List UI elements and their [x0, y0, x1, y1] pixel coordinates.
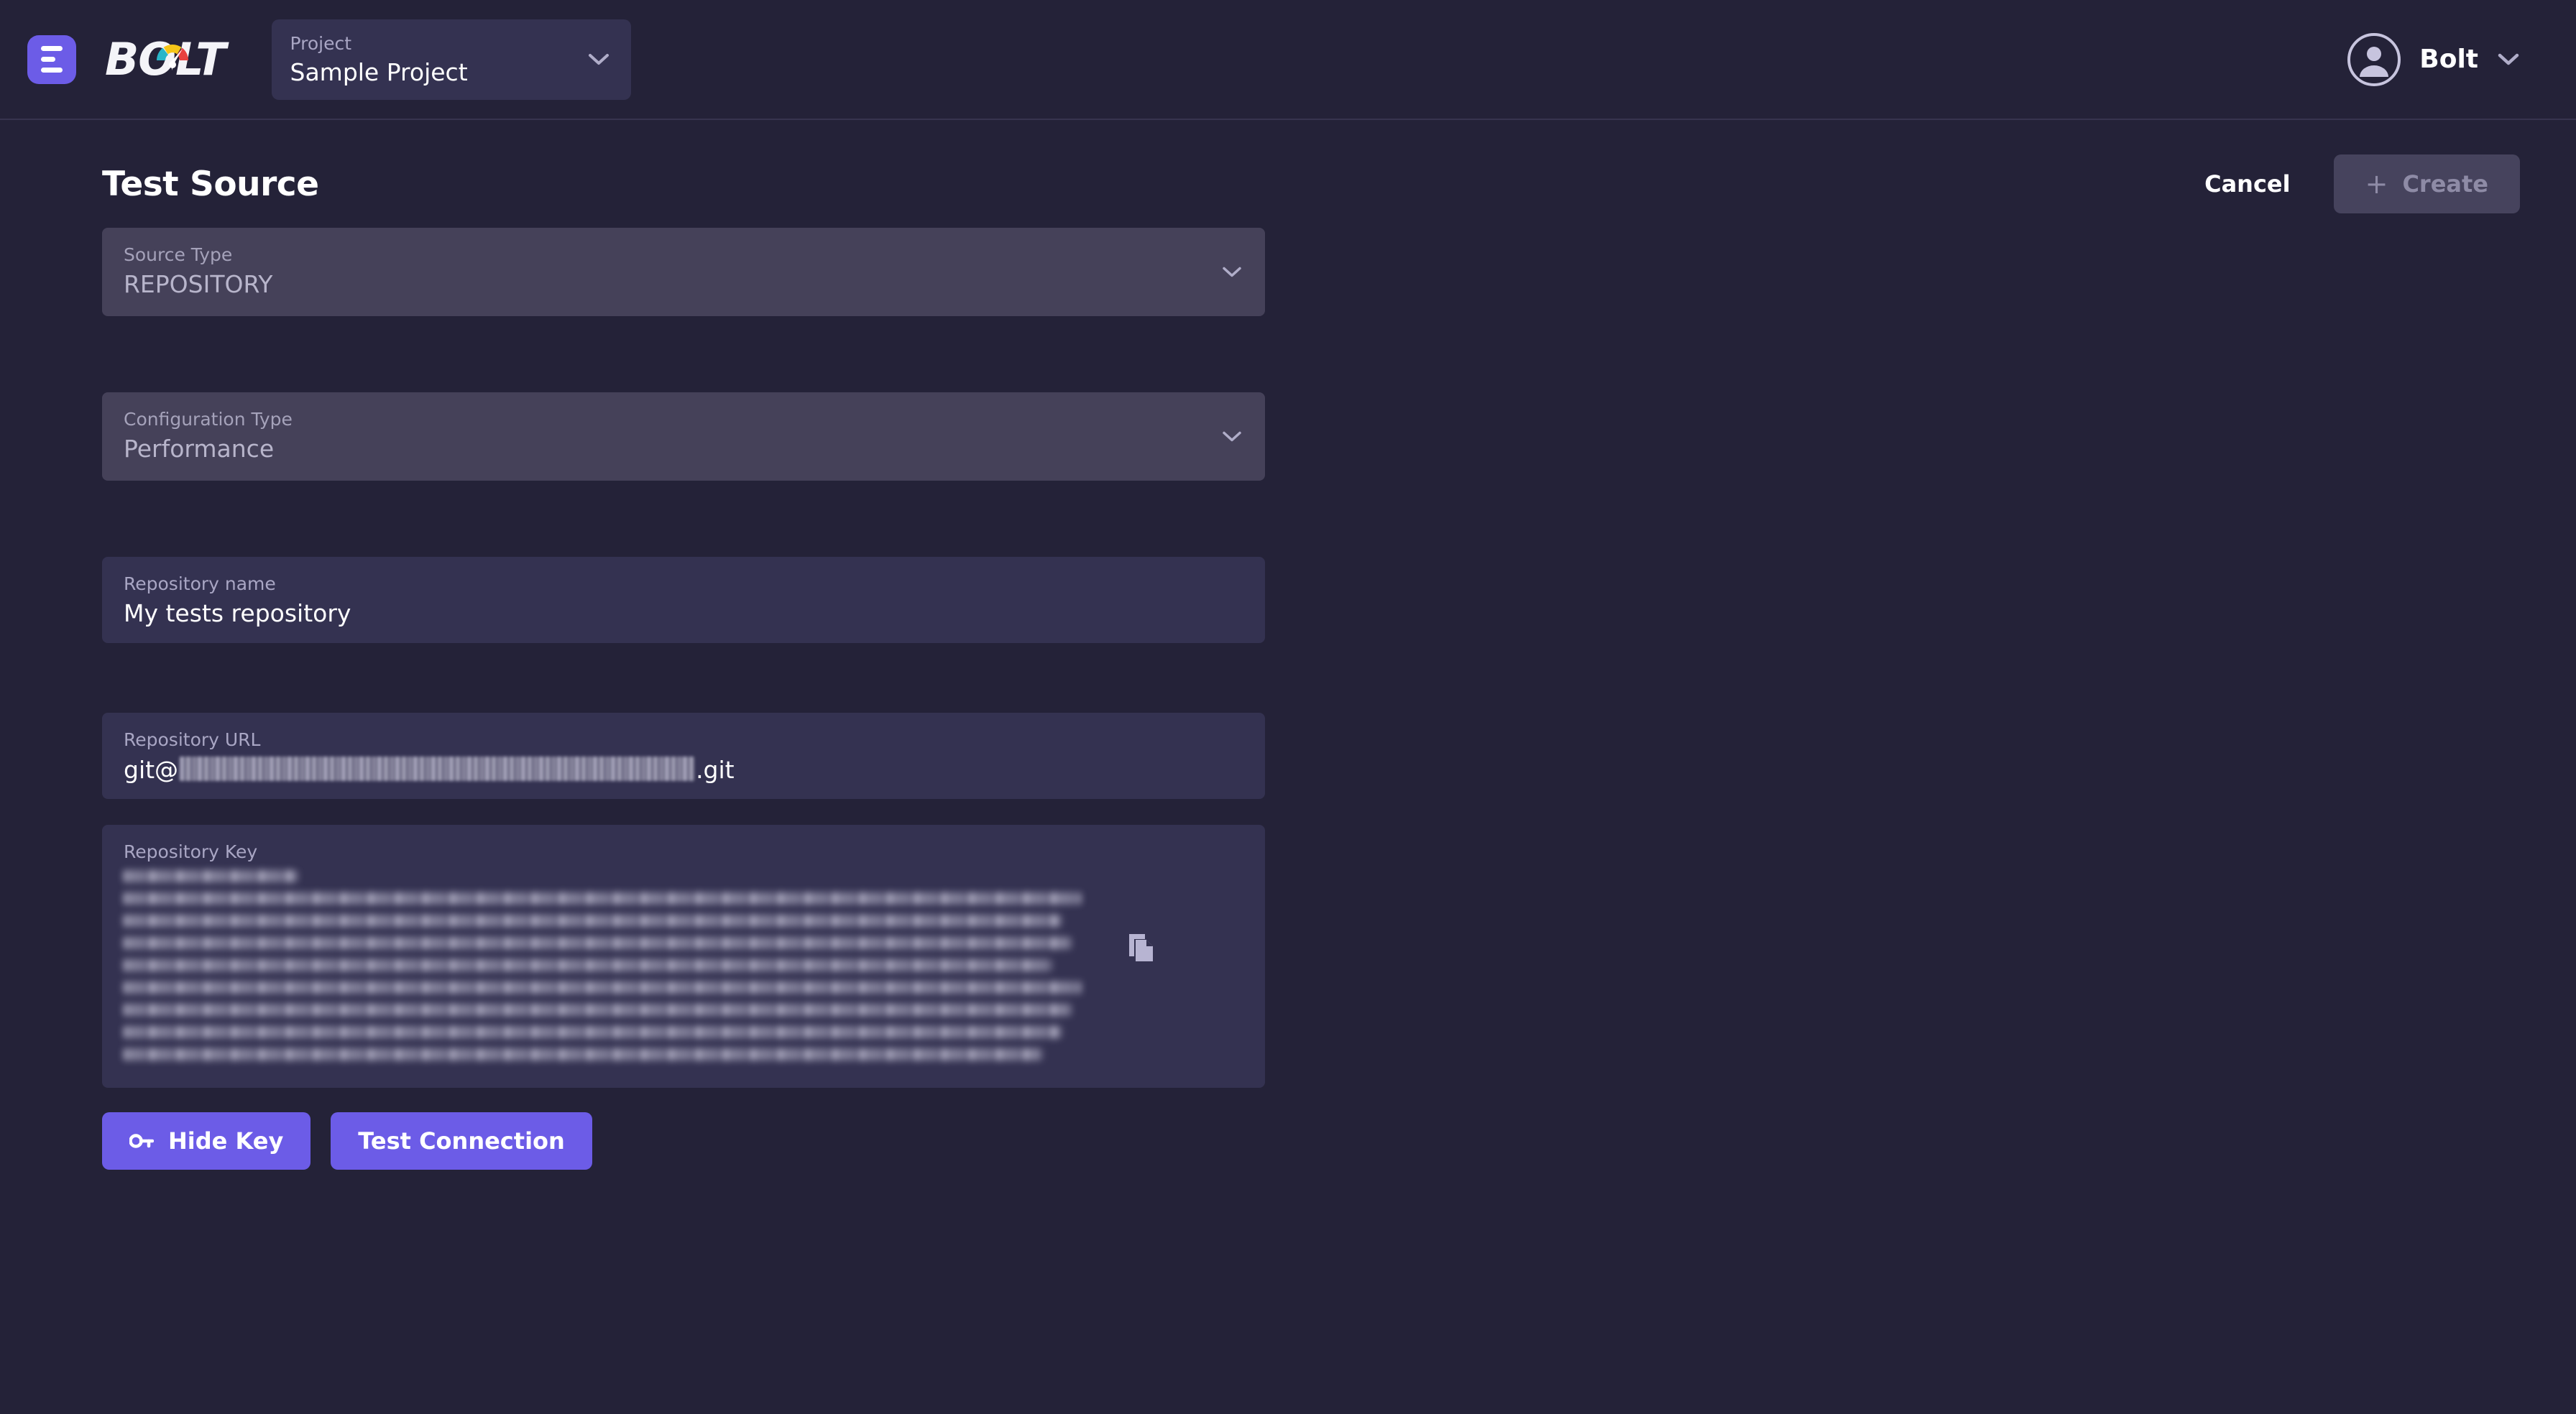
- redacted-key-line: [124, 959, 1052, 972]
- test-connection-label: Test Connection: [358, 1127, 565, 1155]
- chevron-down-icon: [588, 53, 609, 65]
- logo-wordmark: BOLT: [105, 32, 226, 86]
- field-spacer: [102, 316, 1265, 392]
- menu-bar-bottom: [41, 68, 63, 73]
- repository-name-label: Repository name: [124, 573, 276, 594]
- user-avatar-icon: [2347, 32, 2401, 86]
- redacted-key-region: [124, 870, 1090, 1064]
- field-spacer: [102, 799, 1265, 825]
- source-type-value: REPOSITORY: [124, 270, 273, 299]
- source-form: Source Type REPOSITORY Configuration Typ…: [0, 228, 1265, 1170]
- create-button[interactable]: + Create: [2333, 154, 2520, 213]
- hide-key-label: Hide Key: [168, 1127, 284, 1155]
- app-logo: BOLT: [105, 34, 226, 85]
- plus-icon: +: [2365, 167, 2388, 200]
- key-icon: [129, 1134, 154, 1148]
- page-actions: Cancel + Create: [2180, 154, 2520, 213]
- field-spacer: [102, 481, 1265, 557]
- repository-key-input[interactable]: Repository Key: [102, 825, 1265, 1088]
- redacted-key-line: [124, 915, 1062, 928]
- test-connection-button[interactable]: Test Connection: [331, 1112, 592, 1170]
- repository-url-value: git@ .git: [124, 754, 1243, 787]
- source-type-label: Source Type: [124, 244, 233, 265]
- redacted-url-region: [180, 757, 695, 782]
- redacted-key-line: [124, 870, 298, 883]
- repository-name-input[interactable]: Repository name My tests repository: [102, 557, 1265, 643]
- redacted-key-line: [124, 1026, 1062, 1039]
- chevron-down-icon: [1223, 431, 1241, 441]
- source-type-select[interactable]: Source Type REPOSITORY: [102, 228, 1265, 316]
- hamburger-menu-icon[interactable]: [27, 34, 76, 84]
- page-header-row: Test Source Cancel + Create: [0, 140, 2576, 228]
- repository-key-label: Repository Key: [124, 841, 258, 862]
- repository-url-prefix: git@: [124, 756, 179, 785]
- redacted-key-line: [124, 892, 1081, 905]
- repository-url-suffix: .git: [696, 756, 735, 785]
- hide-key-button[interactable]: Hide Key: [102, 1112, 311, 1170]
- redacted-key-line: [124, 1004, 1072, 1017]
- app-header: BOLT Project Sample Project Bolt: [0, 0, 2576, 120]
- repository-url-input[interactable]: Repository URL git@ .git: [102, 713, 1265, 799]
- redacted-key-line: [124, 937, 1072, 950]
- redacted-key-line: [124, 981, 1081, 994]
- redacted-key-line: [124, 1048, 1042, 1061]
- repository-name-value: My tests repository: [124, 599, 351, 628]
- cancel-button[interactable]: Cancel: [2180, 154, 2315, 213]
- chevron-down-icon: [1223, 267, 1241, 277]
- field-spacer: [102, 643, 1265, 713]
- repository-url-label: Repository URL: [124, 729, 261, 750]
- configuration-type-value: Performance: [124, 435, 275, 463]
- menu-bar-top: [41, 46, 63, 51]
- configuration-type-select[interactable]: Configuration Type Performance: [102, 392, 1265, 481]
- chevron-down-icon: [2498, 53, 2519, 65]
- user-name-label: Bolt: [2419, 45, 2478, 74]
- page-title: Test Source: [102, 164, 319, 204]
- configuration-type-label: Configuration Type: [124, 409, 293, 430]
- create-button-label: Create: [2402, 170, 2488, 198]
- menu-bar-middle: [41, 57, 55, 62]
- copy-icon[interactable]: [1121, 926, 1161, 969]
- user-menu[interactable]: Bolt: [2347, 32, 2520, 86]
- project-selector-value: Sample Project: [290, 57, 468, 86]
- project-selector-label: Project: [290, 32, 352, 54]
- repository-key-body: [124, 870, 1243, 1064]
- project-selector[interactable]: Project Sample Project: [271, 19, 631, 100]
- key-action-buttons: Hide Key Test Connection: [102, 1112, 1265, 1170]
